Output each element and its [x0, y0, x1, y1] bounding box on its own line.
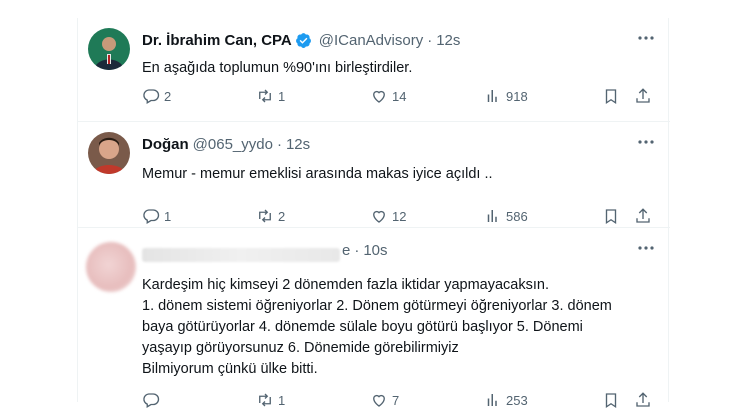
tweet-header: e · 10s	[342, 242, 388, 259]
share-icon	[636, 392, 650, 407]
retweet-count: 1	[278, 392, 286, 408]
reply-button[interactable]	[142, 391, 164, 409]
tweet-text: Memur - memur emeklisi arasında makas iy…	[142, 166, 493, 182]
retweet-icon	[259, 89, 271, 103]
like-icon	[373, 394, 385, 407]
author-name-blurred	[142, 248, 340, 262]
timestamp[interactable]: 12s	[436, 32, 460, 49]
tweet[interactable]: e · 10s Kardeşim hiç kimseyi 2 dönemden …	[78, 228, 670, 409]
reply-icon	[143, 393, 160, 408]
tweet-actions: 2 1 14 918	[134, 84, 660, 108]
tweet-text-line: Kardeşim hiç kimseyi 2 dönemden fazla ik…	[142, 277, 549, 293]
views-button[interactable]: 918	[484, 87, 528, 105]
share-icon	[636, 88, 650, 103]
like-count: 12	[392, 208, 407, 224]
more-icon[interactable]	[636, 28, 656, 48]
separator-dot: ·	[427, 32, 433, 49]
views-icon	[487, 394, 497, 406]
avatar-blurred[interactable]	[86, 242, 136, 292]
separator-dot: ·	[276, 136, 282, 153]
like-count: 14	[392, 88, 407, 104]
author-handle[interactable]: @ICanAdvisory	[319, 32, 423, 49]
timeline: Dr. İbrahim Can, CPA @ICanAdvisory · 12s…	[77, 18, 670, 409]
views-button[interactable]: 253	[484, 391, 528, 409]
retweet-icon	[259, 209, 271, 223]
avatar[interactable]	[88, 28, 130, 70]
retweet-count: 2	[278, 208, 286, 224]
tweet-text-line: 1. dönem sistemi öğreniyorlar 2. Dönem g…	[142, 298, 612, 314]
bookmark-button[interactable]	[602, 207, 624, 225]
timestamp[interactable]: 10s	[363, 242, 387, 259]
retweet-button[interactable]: 2	[256, 207, 285, 225]
reply-icon	[143, 89, 160, 104]
like-count: 7	[392, 392, 400, 408]
author-name[interactable]: Doğan	[142, 136, 189, 153]
tweet-header: Doğan @065_yydo · 12s	[142, 136, 310, 153]
tweet-text: En aşağıda toplumun %90'ını birleştirdil…	[142, 60, 413, 76]
tweet[interactable]: Dr. İbrahim Can, CPA @ICanAdvisory · 12s…	[78, 18, 670, 122]
share-button[interactable]	[634, 207, 656, 225]
author-name[interactable]: Dr. İbrahim Can, CPA	[142, 32, 292, 49]
views-button[interactable]: 586	[484, 207, 528, 225]
views-count: 253	[506, 392, 528, 408]
like-button[interactable]: 14	[370, 87, 406, 105]
share-icon	[636, 208, 650, 223]
bookmark-button[interactable]	[602, 391, 624, 409]
retweet-icon	[259, 393, 271, 407]
like-icon	[373, 90, 385, 103]
views-count: 586	[506, 208, 528, 224]
avatar[interactable]	[88, 132, 130, 174]
retweet-button[interactable]: 1	[256, 391, 285, 409]
tweet-header: Dr. İbrahim Can, CPA @ICanAdvisory · 12s	[142, 32, 460, 49]
retweet-count: 1	[278, 88, 286, 104]
tweet-text-line: baya götürüyorlar 4. dönemde sülale boyu…	[142, 319, 583, 335]
timestamp[interactable]: 12s	[286, 136, 310, 153]
like-icon	[373, 210, 385, 223]
tweet-text-line: Bilmiyorum çünkü ülke bitti.	[142, 361, 318, 377]
views-icon	[487, 90, 497, 102]
views-count: 918	[506, 88, 528, 104]
like-button[interactable]: 7	[370, 391, 399, 409]
reply-icon	[143, 209, 160, 224]
reply-button[interactable]: 1	[142, 207, 171, 225]
verified-icon	[295, 32, 312, 49]
tweet-actions: 1 7 253	[134, 388, 660, 412]
more-icon[interactable]	[636, 238, 656, 258]
more-icon[interactable]	[636, 132, 656, 152]
reply-button[interactable]: 2	[142, 87, 171, 105]
like-button[interactable]: 12	[370, 207, 406, 225]
bookmark-icon	[605, 393, 617, 409]
bookmark-icon	[605, 209, 617, 225]
author-handle-tail[interactable]: e	[342, 242, 350, 259]
tweet-text-line: yaşayıp görüyorsunuz 6. Dönemide görebil…	[142, 340, 459, 356]
separator-dot: ·	[354, 242, 360, 259]
author-handle[interactable]: @065_yydo	[193, 136, 273, 153]
share-button[interactable]	[634, 391, 656, 409]
reply-count: 2	[164, 88, 172, 104]
tweet-actions: 1 2 12 586	[134, 204, 660, 228]
bookmark-icon	[605, 89, 617, 105]
share-button[interactable]	[634, 87, 656, 105]
retweet-button[interactable]: 1	[256, 87, 285, 105]
reply-count: 1	[164, 208, 172, 224]
views-icon	[487, 210, 497, 222]
bookmark-button[interactable]	[602, 87, 624, 105]
tweet-text: Kardeşim hiç kimseyi 2 dönemden fazla ik…	[142, 275, 612, 380]
tweet[interactable]: Doğan @065_yydo · 12s Memur - memur emek…	[78, 122, 670, 228]
